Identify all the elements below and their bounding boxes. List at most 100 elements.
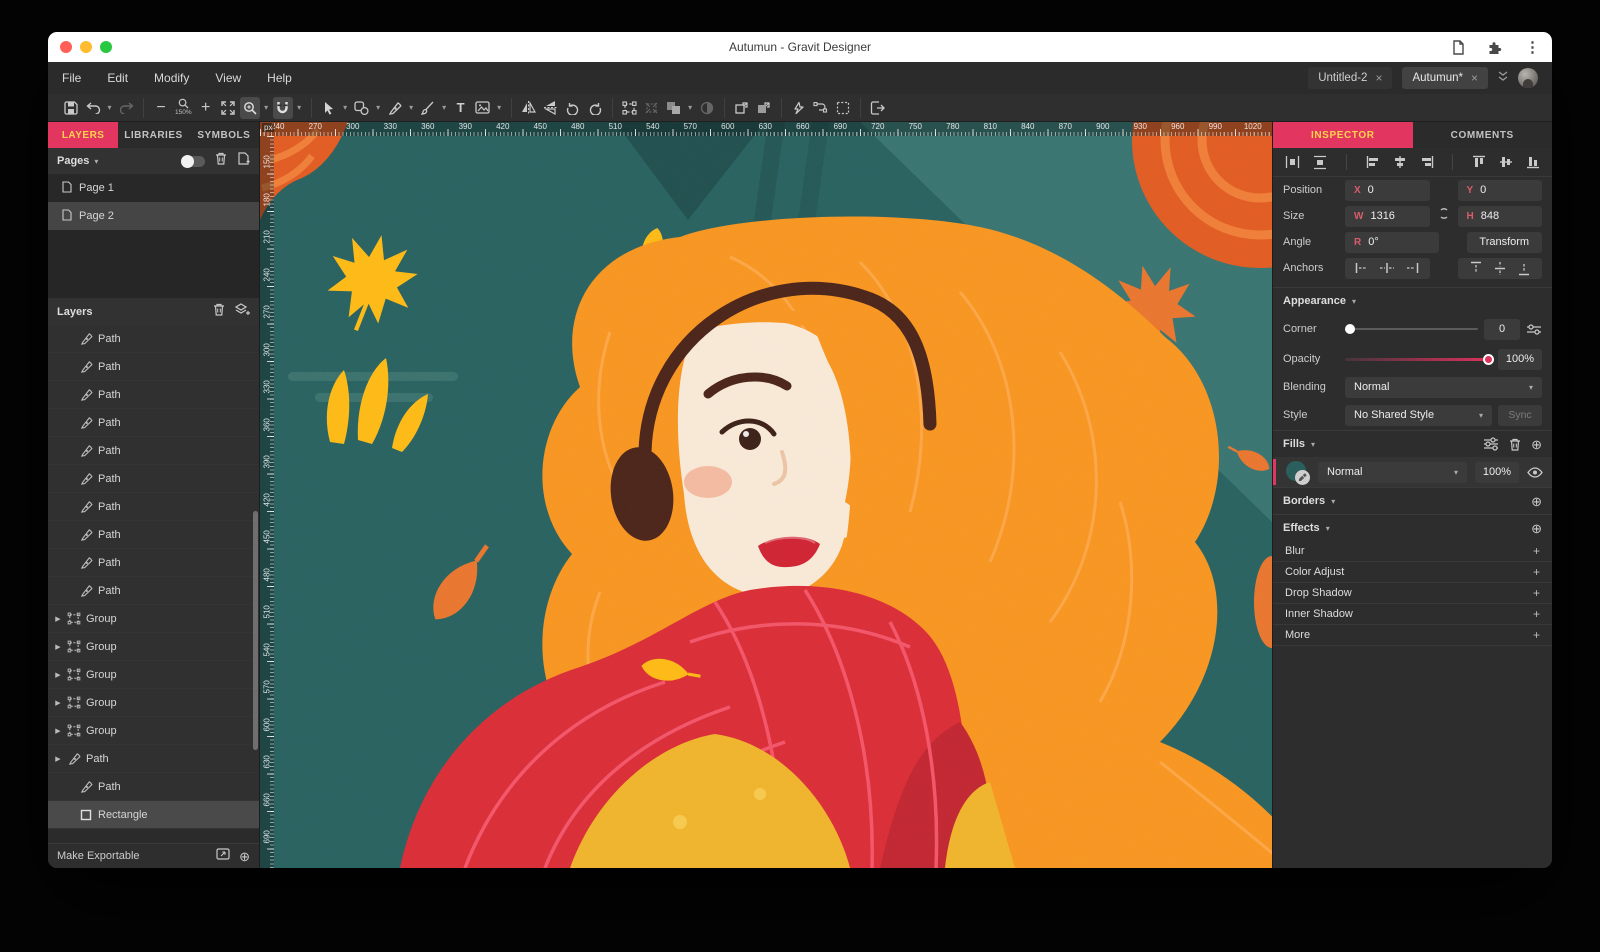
send-backward-button[interactable] xyxy=(754,97,774,119)
effect-row[interactable]: Color Adjust + xyxy=(1273,562,1552,583)
inspector-tab[interactable]: INSPECTOR xyxy=(1273,122,1413,148)
layer-row[interactable]: ▶ Path xyxy=(48,325,259,353)
fill-blend-select[interactable]: Normal▾ xyxy=(1318,462,1467,483)
chevron-double-down-icon[interactable] xyxy=(1498,69,1508,87)
left-panel-tab[interactable]: SYMBOLS xyxy=(189,122,259,148)
close-icon[interactable]: × xyxy=(1471,71,1478,85)
corner-options-icon[interactable] xyxy=(1526,323,1542,336)
distribute-vertical-icon[interactable] xyxy=(1313,155,1327,170)
anchor-top-icon[interactable] xyxy=(1471,261,1481,276)
boolean-ops-button[interactable] xyxy=(664,97,684,119)
page-row[interactable]: Page 2 xyxy=(48,202,259,230)
minimize-window-button[interactable] xyxy=(80,41,92,53)
layer-row[interactable]: ▶ Path xyxy=(48,745,259,773)
chevron-down-icon[interactable]: ▾ xyxy=(94,157,98,166)
layer-row[interactable]: ▶ Path xyxy=(48,521,259,549)
fit-screen-button[interactable] xyxy=(218,97,238,119)
blending-select[interactable]: Normal▾ xyxy=(1345,377,1542,398)
align-right-icon[interactable] xyxy=(1420,155,1434,169)
left-panel-tab[interactable]: LIBRARIES xyxy=(118,122,188,148)
pen-tool-button[interactable] xyxy=(385,97,405,119)
document-tab[interactable]: Untitled-2 × xyxy=(1308,67,1392,89)
effects-header[interactable]: Effects ▾ ⊕ xyxy=(1273,514,1552,541)
effect-row[interactable]: More + xyxy=(1273,625,1552,646)
add-icon[interactable]: + xyxy=(1533,544,1540,558)
sync-button[interactable]: Sync xyxy=(1498,405,1542,426)
zoom-tool-button[interactable] xyxy=(240,97,260,119)
opacity-value-field[interactable]: 100% xyxy=(1498,349,1542,370)
expander-icon[interactable]: ▶ xyxy=(54,699,62,707)
layer-row[interactable]: ▶ Group xyxy=(48,605,259,633)
layer-row[interactable]: ▶ Path xyxy=(48,381,259,409)
layer-row[interactable]: ▶ Group xyxy=(48,717,259,745)
rotation-field[interactable]: R0° xyxy=(1345,232,1439,253)
layer-row[interactable]: ▶ Rectangle xyxy=(48,801,259,829)
align-top-icon[interactable] xyxy=(1472,155,1486,169)
anchor-bottom-icon[interactable] xyxy=(1519,261,1529,276)
boolean-ops-caret[interactable]: ▾ xyxy=(686,103,695,112)
marquee-select-button[interactable] xyxy=(833,97,853,119)
add-icon[interactable]: + xyxy=(1533,565,1540,579)
align-middle-vertical-icon[interactable] xyxy=(1499,155,1513,169)
add-border-icon[interactable]: ⊕ xyxy=(1531,495,1542,508)
page-row[interactable]: Page 1 xyxy=(48,174,259,202)
inspector-tab[interactable]: COMMENTS xyxy=(1413,122,1553,148)
effect-row[interactable]: Blur + xyxy=(1273,541,1552,562)
ungroup-button[interactable] xyxy=(642,97,662,119)
brush-tool-caret[interactable]: ▾ xyxy=(440,103,449,112)
position-x-field[interactable]: X0 xyxy=(1345,180,1430,201)
blend-settings-icon[interactable] xyxy=(1483,437,1499,451)
export-frame-icon[interactable] xyxy=(216,847,230,865)
user-avatar[interactable] xyxy=(1518,68,1538,88)
fill-opacity-field[interactable]: 100% xyxy=(1475,462,1519,483)
snapping-magnet-button[interactable] xyxy=(273,97,293,119)
document-tab[interactable]: Autumun* × xyxy=(1402,67,1488,89)
canvas[interactable]: px 2402703003303603904204504805105405706… xyxy=(260,122,1272,868)
convert-to-path-button[interactable] xyxy=(789,97,809,119)
transform-button-panel[interactable]: Transform xyxy=(1467,232,1543,253)
add-page-icon[interactable] xyxy=(237,152,250,170)
delete-fill-icon[interactable] xyxy=(1509,438,1521,451)
text-tool-button[interactable]: T xyxy=(451,97,471,119)
flip-horizontal-button[interactable] xyxy=(519,97,539,119)
eyedropper-icon[interactable] xyxy=(1295,470,1310,485)
image-tool-caret[interactable]: ▾ xyxy=(495,103,504,112)
effect-row[interactable]: Inner Shadow + xyxy=(1273,604,1552,625)
expander-icon[interactable]: ▶ xyxy=(54,643,62,651)
layer-row[interactable]: ▶ Group xyxy=(48,689,259,717)
opacity-slider[interactable] xyxy=(1345,358,1492,361)
shared-style-select[interactable]: No Shared Style▾ xyxy=(1345,405,1492,426)
layer-row[interactable]: ▶ Path xyxy=(48,577,259,605)
menu-item[interactable]: Help xyxy=(267,71,292,85)
width-field[interactable]: W1316 xyxy=(1345,206,1430,227)
fills-header[interactable]: Fills ▾ ⊕ xyxy=(1273,430,1552,457)
expander-icon[interactable]: ▶ xyxy=(54,615,62,623)
appearance-header[interactable]: Appearance ▾ xyxy=(1273,287,1552,314)
connect-nodes-button[interactable] xyxy=(811,97,831,119)
layer-row[interactable]: ▶ Path xyxy=(48,409,259,437)
zoom-level-indicator[interactable]: 150% xyxy=(173,97,194,119)
image-tool-button[interactable] xyxy=(473,97,493,119)
layer-row[interactable]: ▶ Group xyxy=(48,633,259,661)
undo-button[interactable] xyxy=(83,97,103,119)
fill-visibility-eye-icon[interactable] xyxy=(1527,467,1543,478)
anchor-right-icon[interactable] xyxy=(1403,263,1419,273)
add-fill-icon[interactable]: ⊕ xyxy=(1531,438,1542,451)
layer-row[interactable]: ▶ Path xyxy=(48,465,259,493)
layers-scrollbar[interactable] xyxy=(253,511,258,749)
fill-color-swatch[interactable] xyxy=(1286,461,1310,483)
pointer-tool-caret[interactable]: ▾ xyxy=(341,103,350,112)
document-icon[interactable] xyxy=(1451,40,1465,55)
rotate-cw-button[interactable] xyxy=(585,97,605,119)
add-icon[interactable]: + xyxy=(1533,586,1540,600)
left-panel-tab[interactable]: LAYERS xyxy=(48,122,118,148)
add-export-icon[interactable]: ⊕ xyxy=(239,850,250,863)
height-field[interactable]: H848 xyxy=(1458,206,1543,227)
layer-row[interactable]: ▶ Path xyxy=(48,437,259,465)
align-bottom-icon[interactable] xyxy=(1526,155,1540,169)
menu-item[interactable]: View xyxy=(215,71,241,85)
align-center-horizontal-icon[interactable] xyxy=(1393,155,1407,169)
zoom-tool-caret[interactable]: ▾ xyxy=(262,103,271,112)
delete-page-icon[interactable] xyxy=(215,152,227,170)
bring-forward-button[interactable] xyxy=(732,97,752,119)
